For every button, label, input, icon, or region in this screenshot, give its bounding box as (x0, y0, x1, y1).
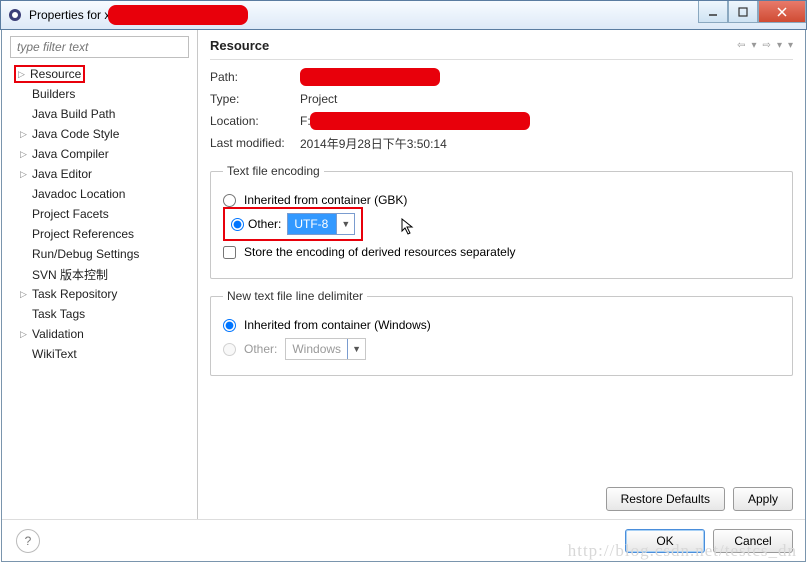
nav-label: Project Facets (32, 207, 109, 221)
nav-label: Project References (32, 227, 134, 241)
window-app-icon (7, 7, 23, 23)
nav-label: Builders (32, 87, 75, 101)
nav-item-javadoc-location[interactable]: Javadoc Location (10, 184, 189, 204)
encoding-inherited-label: Inherited from container (GBK) (244, 193, 407, 207)
nav-label: Run/Debug Settings (32, 247, 139, 261)
nav-label: Java Compiler (32, 147, 109, 161)
nav-item-java-code-style[interactable]: ▷Java Code Style (10, 124, 189, 144)
minimize-button[interactable] (698, 1, 728, 23)
header-nav-icons: ⇦ ▾ ⇨ ▾ ▾ (737, 40, 793, 51)
dialog-footer: ? OK Cancel (2, 519, 805, 561)
encoding-other-radio[interactable] (231, 218, 244, 231)
nav-item-java-compiler[interactable]: ▷Java Compiler (10, 144, 189, 164)
cancel-button[interactable]: Cancel (713, 529, 793, 553)
nav-tree: ▷Resource Builders Java Build Path ▷Java… (10, 64, 189, 364)
window-controls (698, 1, 806, 23)
encoding-inherited-radio[interactable] (223, 194, 236, 207)
nav-label: Java Build Path (32, 107, 115, 121)
ok-button[interactable]: OK (625, 529, 705, 553)
type-value: Project (300, 92, 337, 106)
chevron-right-icon: ▷ (20, 329, 32, 340)
nav-label: Java Code Style (32, 127, 119, 141)
nav-label: Validation (32, 327, 84, 341)
nav-label: Task Repository (32, 287, 117, 301)
cursor-icon (401, 218, 415, 236)
type-label: Type: (210, 92, 300, 106)
chevron-right-icon: ▷ (20, 149, 32, 160)
maximize-button[interactable] (728, 1, 758, 23)
chevron-right-icon: ▷ (20, 129, 32, 140)
redacted-location (310, 112, 530, 130)
path-label: Path: (210, 70, 300, 84)
encoding-combo[interactable]: UTF-8 ▼ (287, 213, 355, 235)
delimiter-inherited-radio[interactable] (223, 319, 236, 332)
nav-label: Java Editor (32, 167, 92, 181)
nav-item-svn[interactable]: SVN 版本控制 (10, 264, 189, 284)
chevron-right-icon: ▷ (20, 289, 32, 300)
delimiter-combo: Windows ▼ (285, 338, 366, 360)
modified-value: 2014年9月28日下午3:50:14 (300, 135, 447, 152)
location-label: Location: (210, 114, 300, 128)
nav-label: Javadoc Location (32, 187, 125, 201)
nav-item-resource[interactable]: ▷Resource (10, 64, 189, 84)
nav-label: Resource (30, 67, 81, 81)
forward-menu-icon[interactable]: ▾ (777, 40, 782, 51)
delimiter-group: New text file line delimiter Inherited f… (210, 289, 793, 376)
chevron-down-icon: ▼ (347, 339, 365, 359)
delimiter-legend: New text file line delimiter (223, 289, 367, 303)
modified-label: Last modified: (210, 136, 300, 150)
delimiter-inherited-label: Inherited from container (Windows) (244, 318, 431, 332)
filter-input[interactable] (10, 36, 189, 58)
apply-button[interactable]: Apply (733, 487, 793, 511)
nav-pane: ▷Resource Builders Java Build Path ▷Java… (2, 30, 198, 519)
chevron-right-icon: ▷ (20, 169, 32, 180)
chevron-down-icon[interactable]: ▼ (336, 214, 354, 234)
redacted-path (300, 68, 440, 86)
titlebar: Properties for x (0, 0, 807, 30)
nav-label: SVN 版本控制 (32, 266, 108, 283)
nav-item-project-references[interactable]: Project References (10, 224, 189, 244)
nav-item-wikitext[interactable]: WikiText (10, 344, 189, 364)
nav-item-task-tags[interactable]: Task Tags (10, 304, 189, 324)
encoding-combo-value: UTF-8 (288, 214, 336, 234)
nav-item-validation[interactable]: ▷Validation (10, 324, 189, 344)
close-button[interactable] (758, 1, 806, 23)
store-encoding-checkbox[interactable] (223, 246, 236, 259)
delimiter-other-radio[interactable] (223, 343, 236, 356)
back-icon[interactable]: ⇦ (737, 40, 745, 51)
nav-label: Task Tags (32, 307, 85, 321)
nav-item-java-build-path[interactable]: Java Build Path (10, 104, 189, 124)
page-title: Resource (210, 38, 269, 53)
nav-item-java-editor[interactable]: ▷Java Editor (10, 164, 189, 184)
forward-icon[interactable]: ⇨ (763, 40, 771, 51)
encoding-legend: Text file encoding (223, 164, 324, 178)
nav-label: WikiText (32, 347, 77, 361)
encoding-group: Text file encoding Inherited from contai… (210, 164, 793, 279)
encoding-other-label: Other: (248, 217, 281, 231)
redacted-title (108, 5, 248, 25)
menu-icon[interactable]: ▾ (788, 40, 793, 51)
delimiter-combo-value: Windows (286, 339, 347, 359)
delimiter-other-label: Other: (244, 342, 277, 356)
nav-item-builders[interactable]: Builders (10, 84, 189, 104)
store-encoding-label: Store the encoding of derived resources … (244, 245, 516, 259)
chevron-right-icon: ▷ (18, 69, 30, 80)
window-title: Properties for x (29, 8, 110, 22)
content-pane: Resource ⇦ ▾ ⇨ ▾ ▾ Path: Type:Project Loca… (198, 30, 805, 519)
nav-item-task-repository[interactable]: ▷Task Repository (10, 284, 189, 304)
nav-item-project-facets[interactable]: Project Facets (10, 204, 189, 224)
nav-item-run-debug-settings[interactable]: Run/Debug Settings (10, 244, 189, 264)
restore-defaults-button[interactable]: Restore Defaults (606, 487, 725, 511)
back-menu-icon[interactable]: ▾ (752, 40, 757, 51)
help-icon[interactable]: ? (16, 529, 40, 553)
